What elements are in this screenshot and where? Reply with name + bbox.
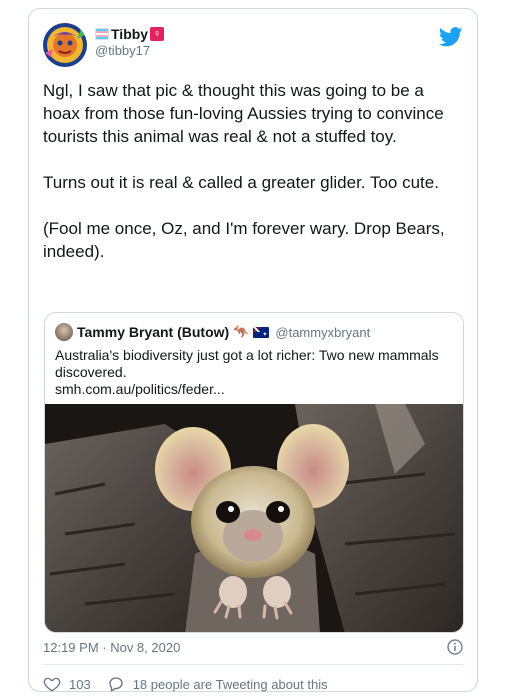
- tweet-header: Tibby ♀ @tibby17: [43, 23, 463, 69]
- avatar[interactable]: [43, 23, 87, 67]
- conversation-link[interactable]: 18 people are Tweeting about this: [107, 675, 328, 693]
- quoted-display-name: Tammy Bryant (Butow): [77, 324, 230, 340]
- like-button[interactable]: 103: [43, 675, 91, 693]
- display-name: Tibby: [111, 26, 149, 42]
- like-count: 103: [69, 676, 91, 692]
- tweet-text: Ngl, I saw that pic & thought this was g…: [43, 81, 445, 261]
- user-handle[interactable]: @tibby17: [95, 43, 164, 59]
- timestamp[interactable]: 12:19 PM · Nov 8, 2020: [43, 640, 180, 655]
- info-icon[interactable]: [447, 639, 463, 655]
- divider: [43, 664, 463, 665]
- reply-icon: [109, 677, 123, 692]
- user-names: Tibby ♀ @tibby17: [95, 25, 165, 59]
- tweet-actions: 103 18 people are Tweeting about this: [43, 673, 344, 695]
- heart-icon: [43, 677, 61, 692]
- greater-glider-photo[interactable]: [45, 404, 464, 633]
- flag-icon: [95, 28, 109, 40]
- tweet-meta: 12:19 PM · Nov 8, 2020: [43, 639, 463, 657]
- tweet-card[interactable]: Tibby ♀ @tibby17 Ngl, I saw that pic & t…: [28, 8, 478, 692]
- quoted-tweet-header: Tammy Bryant (Butow) 🦘 @tammyxbryant: [55, 323, 453, 341]
- female-sign-icon: ♀: [150, 27, 165, 41]
- twitter-bird-icon[interactable]: [439, 27, 463, 47]
- conversation-text: 18 people are Tweeting about this: [132, 676, 328, 692]
- kangaroo-icon: 🦘: [233, 324, 250, 339]
- quoted-tweet-text: Australia's biodiversity just got a lot …: [55, 347, 439, 397]
- display-name-row[interactable]: Tibby ♀: [95, 25, 165, 43]
- australian-flag-icon: [253, 326, 270, 338]
- quoted-avatar: [55, 323, 73, 341]
- quoted-tweet[interactable]: Tammy Bryant (Butow) 🦘 @tammyxbryant Aus…: [44, 312, 464, 633]
- quoted-handle: @tammyxbryant: [275, 324, 371, 340]
